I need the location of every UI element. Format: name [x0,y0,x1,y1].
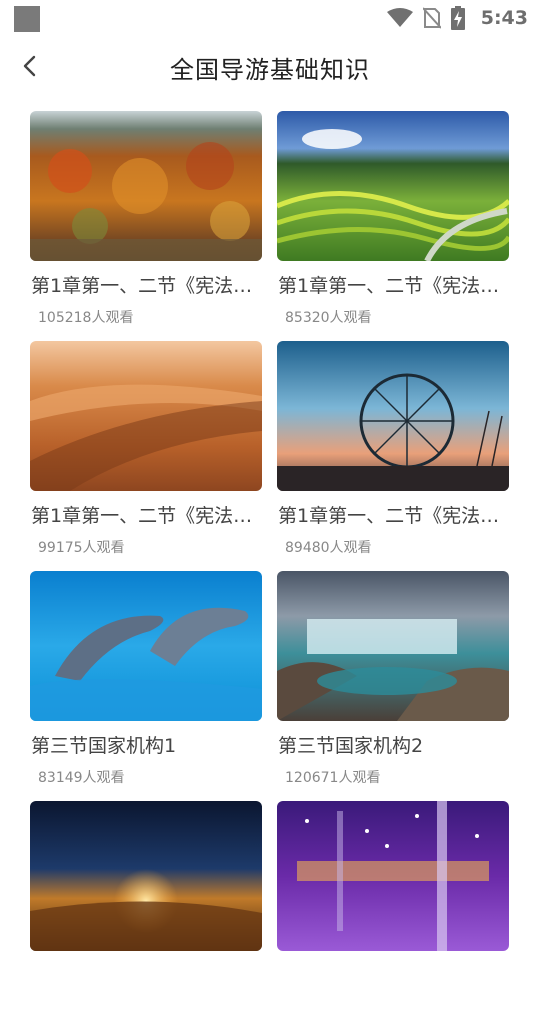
course-thumbnail-desert-dunes [30,341,262,491]
course-thumbnail-dolphins [30,571,262,721]
no-sim-icon [422,7,441,29]
course-title: 第1章第一、二节《宪法… [31,275,253,297]
course-thumbnail-rice-terraces [277,111,509,261]
battery-charging-icon [450,6,465,30]
app-header: 全国导游基础知识 [0,36,540,98]
view-count: 89480人观看 [285,540,372,556]
course-card[interactable]: 第1章第一、二节《宪法… 85320人观看 [277,111,509,336]
course-card[interactable]: 第1章第一、二节《宪法… 99175人观看 [30,341,262,566]
view-count: 83149人观看 [38,770,125,786]
course-title: 第1章第一、二节《宪法… [278,275,500,297]
view-count: 85320人观看 [285,310,372,326]
view-count: 105218人观看 [38,310,134,326]
course-title: 第三节国家机构1 [31,735,177,757]
course-thumbnail-waterfall [277,571,509,721]
course-title: 第1章第一、二节《宪法… [278,505,500,527]
view-count: 99175人观看 [38,540,125,556]
course-thumbnail-ferris-wheel [277,341,509,491]
wifi-icon [386,8,413,27]
course-thumbnail-purple-lights-hall [277,801,509,951]
course-thumbnail-desert-night [30,801,262,951]
course-card[interactable]: 第三节国家机构1 83149人观看 [30,571,262,796]
course-title: 第1章第一、二节《宪法… [31,505,253,527]
course-title: 第三节国家机构2 [278,735,424,757]
course-card[interactable]: 第三节国家机构2 120671人观看 [277,571,509,796]
page-title: 全国导游基础知识 [170,56,370,84]
course-card[interactable] [277,801,509,1026]
app-icon [14,6,40,32]
view-count: 120671人观看 [285,770,381,786]
course-thumbnail-autumn-forest [30,111,262,261]
course-card[interactable] [30,801,262,1026]
course-card[interactable]: 第1章第一、二节《宪法… 105218人观看 [30,111,262,336]
status-bar: 5:43 [0,0,540,36]
course-card[interactable]: 第1章第一、二节《宪法… 89480人观看 [277,341,509,566]
clock: 5:43 [480,7,528,29]
status-icons: 5:43 [386,6,528,30]
